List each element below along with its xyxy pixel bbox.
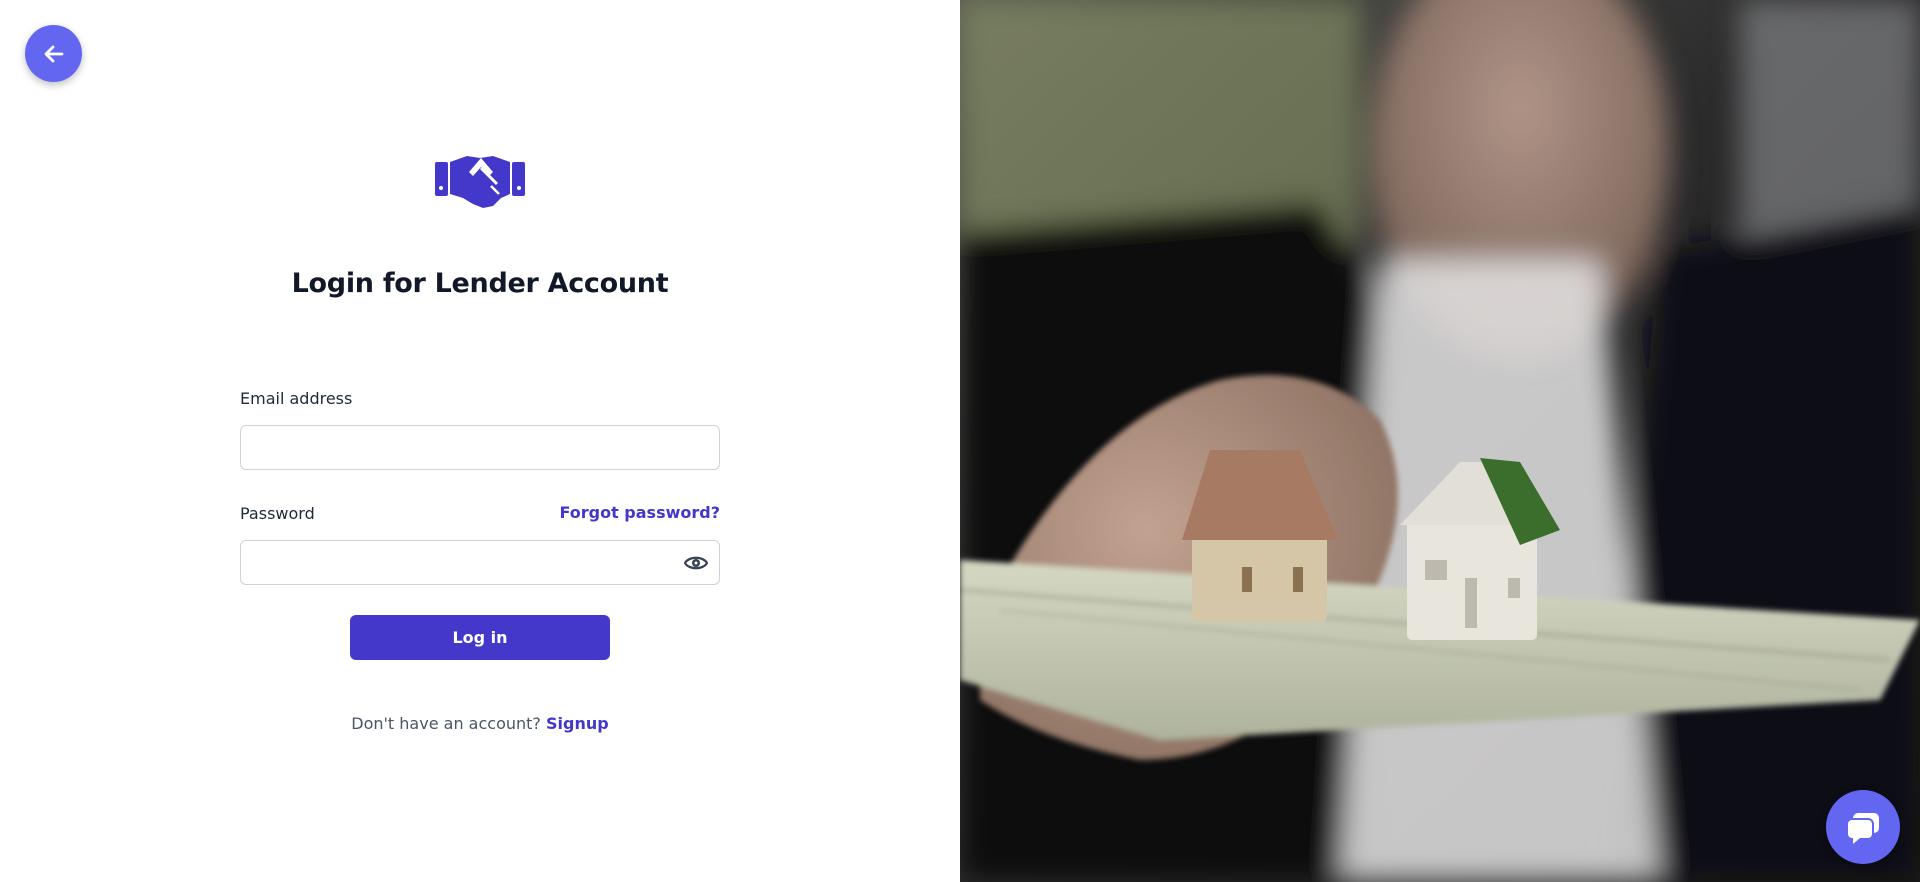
password-label: Password (240, 504, 315, 523)
signup-prompt: Don't have an account? (351, 714, 541, 733)
forgot-password-link[interactable]: Forgot password? (559, 503, 720, 522)
eye-icon[interactable] (684, 552, 708, 574)
signup-link[interactable]: Signup (546, 714, 609, 733)
back-button[interactable] (25, 25, 82, 82)
email-field[interactable] (240, 425, 720, 470)
page-title: Login for Lender Account (291, 268, 669, 299)
chat-button[interactable] (1826, 790, 1900, 864)
chat-bubble-icon (1846, 813, 1879, 844)
hero-image (960, 0, 1920, 882)
login-page: Login for Lender Account Email address P… (0, 0, 1920, 882)
password-field[interactable] (240, 540, 720, 585)
email-label: Email address (240, 389, 353, 408)
arrow-left-icon (44, 45, 63, 62)
signup-row: Don't have an account? Signup (240, 714, 720, 733)
handshake-icon (435, 156, 525, 208)
login-panel: Login for Lender Account Email address P… (0, 0, 960, 882)
login-button[interactable]: Log in (350, 615, 610, 660)
hero-photo (960, 0, 1920, 882)
